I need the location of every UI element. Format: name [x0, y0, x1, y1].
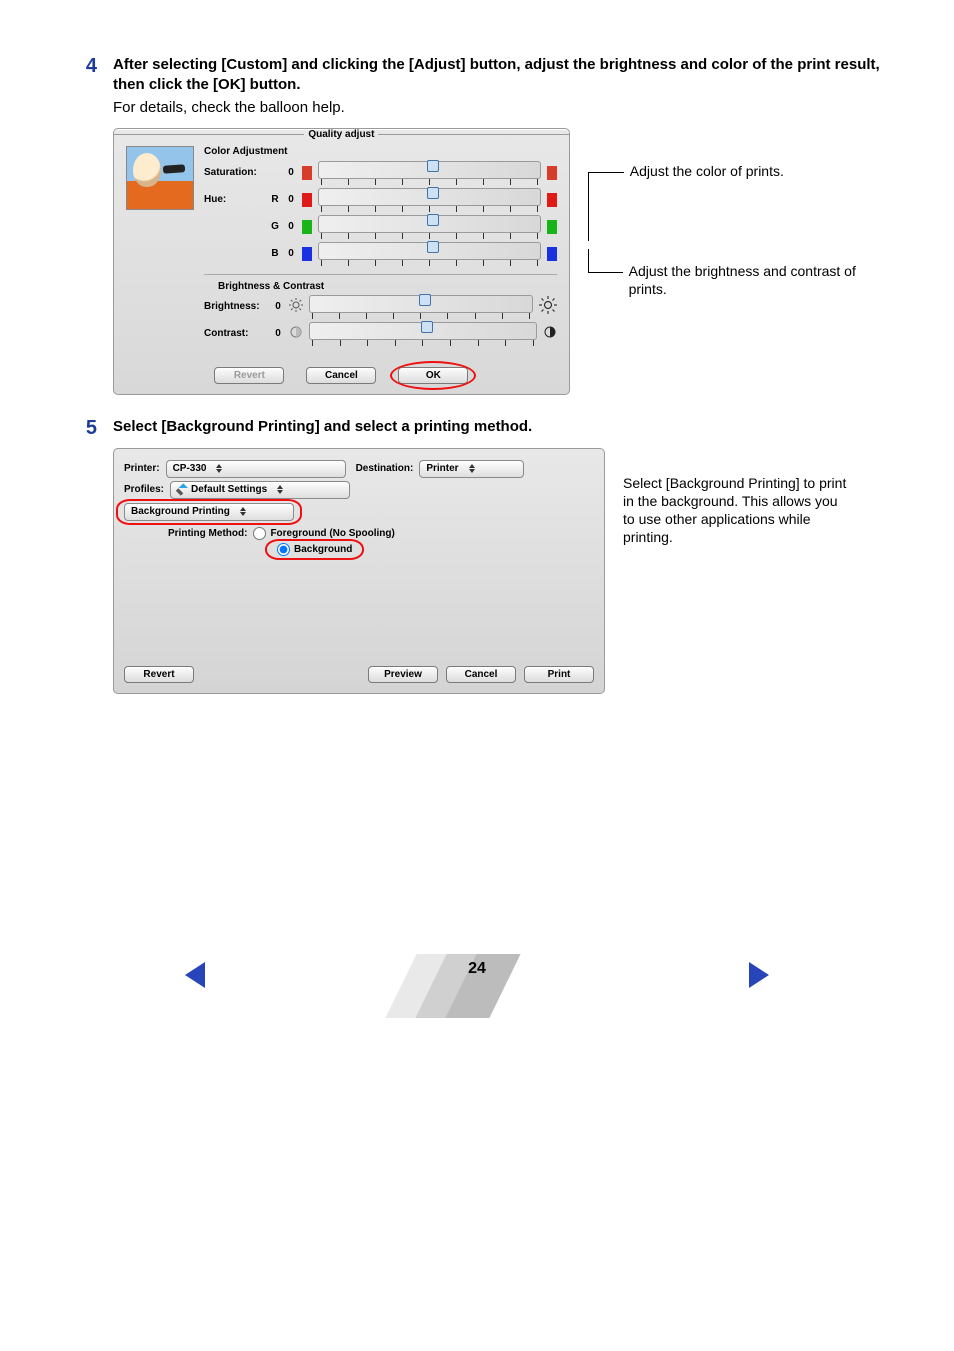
hue-g-slider[interactable]	[318, 215, 541, 233]
hue-g-sub: G	[270, 221, 280, 232]
profiles-label: Profiles:	[124, 484, 164, 495]
triangle-left-icon	[185, 962, 205, 988]
updown-arrow-icon	[273, 484, 287, 496]
panel-value: Background Printing	[131, 506, 230, 517]
contrast-slider[interactable]	[309, 322, 537, 340]
radio-background-label: Background	[294, 544, 352, 555]
hue-label: Hue:	[204, 194, 264, 205]
triangle-right-icon	[749, 962, 769, 988]
saturation-slider[interactable]	[318, 161, 541, 179]
nav-prev-button[interactable]	[185, 962, 205, 988]
hue-r-slider[interactable]	[318, 188, 541, 206]
hue-b-sub: B	[270, 248, 280, 259]
quality-adjust-dialog: Quality adjust Color Adjustment Saturati…	[113, 128, 570, 395]
saturation-label: Saturation:	[204, 167, 264, 178]
pd-revert-button[interactable]: Revert	[124, 666, 194, 683]
profiles-combo[interactable]: Default Settings	[170, 481, 350, 499]
hue-g-value: 0	[286, 221, 296, 232]
hue-g-swatch-icon	[302, 220, 312, 234]
saturation-swatch-low-icon	[302, 166, 312, 180]
pd-preview-button[interactable]: Preview	[368, 666, 438, 683]
profiles-value: Default Settings	[191, 484, 267, 495]
qa-ok-button[interactable]: OK	[398, 367, 468, 384]
pd-print-button[interactable]: Print	[524, 666, 594, 683]
hue-r-row: Hue: R 0	[204, 188, 557, 212]
updown-arrow-icon	[236, 506, 250, 518]
brightness-slider[interactable]	[309, 295, 533, 313]
hue-b-slider[interactable]	[318, 242, 541, 260]
brightness-contrast-header: Brightness & Contrast	[218, 281, 557, 292]
updown-arrow-icon	[465, 463, 479, 475]
step-5-number: 5	[65, 417, 113, 440]
saturation-row: Saturation: 0	[204, 161, 557, 185]
radio-foreground-label: Foreground (No Spooling)	[270, 528, 394, 539]
destination-label: Destination:	[356, 463, 414, 474]
radio-foreground[interactable]: Foreground (No Spooling)	[253, 527, 394, 540]
brightness-high-icon	[539, 296, 557, 317]
radio-background-input[interactable]	[277, 543, 290, 556]
brightness-low-icon	[289, 298, 303, 315]
annotation-bc: Adjust the brightness and contrast of pr…	[629, 262, 889, 298]
hue-b-row: B 0	[204, 242, 557, 266]
page-footer: 24	[65, 954, 889, 1024]
hue-g-swatch2-icon	[547, 220, 557, 234]
destination-value: Printer	[426, 463, 458, 474]
radio-foreground-input[interactable]	[253, 527, 266, 540]
hue-r-value: 0	[286, 194, 296, 205]
printer-label: Printer:	[124, 463, 160, 474]
contrast-high-icon	[543, 325, 557, 342]
destination-combo[interactable]: Printer	[419, 460, 524, 478]
panel-combo[interactable]: Background Printing	[124, 503, 294, 521]
color-adjustment-header: Color Adjustment	[204, 146, 557, 157]
step-4-number: 4	[65, 55, 113, 118]
preview-thumbnail	[126, 146, 194, 210]
dialog1-annotations: Adjust the color of prints. Adjust the b…	[588, 128, 889, 395]
step-4-instruction: After selecting [Custom] and clicking th…	[113, 55, 889, 96]
hue-g-row: G 0	[204, 215, 557, 239]
wand-icon	[176, 484, 188, 496]
contrast-value: 0	[273, 328, 283, 339]
brightness-value: 0	[273, 301, 283, 312]
page-number: 24	[468, 960, 486, 978]
brightness-label: Brightness:	[204, 301, 267, 312]
printer-combo[interactable]: CP-330	[166, 460, 346, 478]
radio-background[interactable]: Background	[277, 543, 352, 556]
pd-cancel-button[interactable]: Cancel	[446, 666, 516, 683]
contrast-label: Contrast:	[204, 328, 267, 339]
hue-r-swatch-icon	[302, 193, 312, 207]
step-5-instruction: Select [Background Printing] and select …	[113, 417, 889, 437]
hue-b-swatch2-icon	[547, 247, 557, 261]
nav-next-button[interactable]	[749, 962, 769, 988]
annotation-color: Adjust the color of prints.	[630, 162, 784, 180]
contrast-low-icon	[289, 325, 303, 342]
print-dialog: Printer: CP-330 Destination: Printer Pro…	[113, 448, 605, 694]
hue-b-swatch-icon	[302, 247, 312, 261]
saturation-value: 0	[286, 167, 296, 178]
saturation-swatch-high-icon	[547, 166, 557, 180]
step-4-sub: For details, check the balloon help.	[113, 98, 889, 118]
updown-arrow-icon	[212, 463, 226, 475]
annotation-bg: Select [Background Printing] to print in…	[623, 474, 853, 694]
printing-method-label: Printing Method:	[168, 528, 247, 539]
brightness-row: Brightness: 0	[204, 295, 557, 319]
quality-adjust-title: Quality adjust	[304, 129, 378, 140]
hue-r-sub: R	[270, 194, 280, 205]
qa-cancel-button[interactable]: Cancel	[306, 367, 376, 384]
step-4: 4 After selecting [Custom] and clicking …	[65, 55, 889, 118]
qa-revert-button[interactable]: Revert	[214, 367, 284, 384]
contrast-row: Contrast: 0	[204, 322, 557, 346]
hue-r-swatch2-icon	[547, 193, 557, 207]
hue-b-value: 0	[286, 248, 296, 259]
printer-value: CP-330	[173, 463, 207, 474]
